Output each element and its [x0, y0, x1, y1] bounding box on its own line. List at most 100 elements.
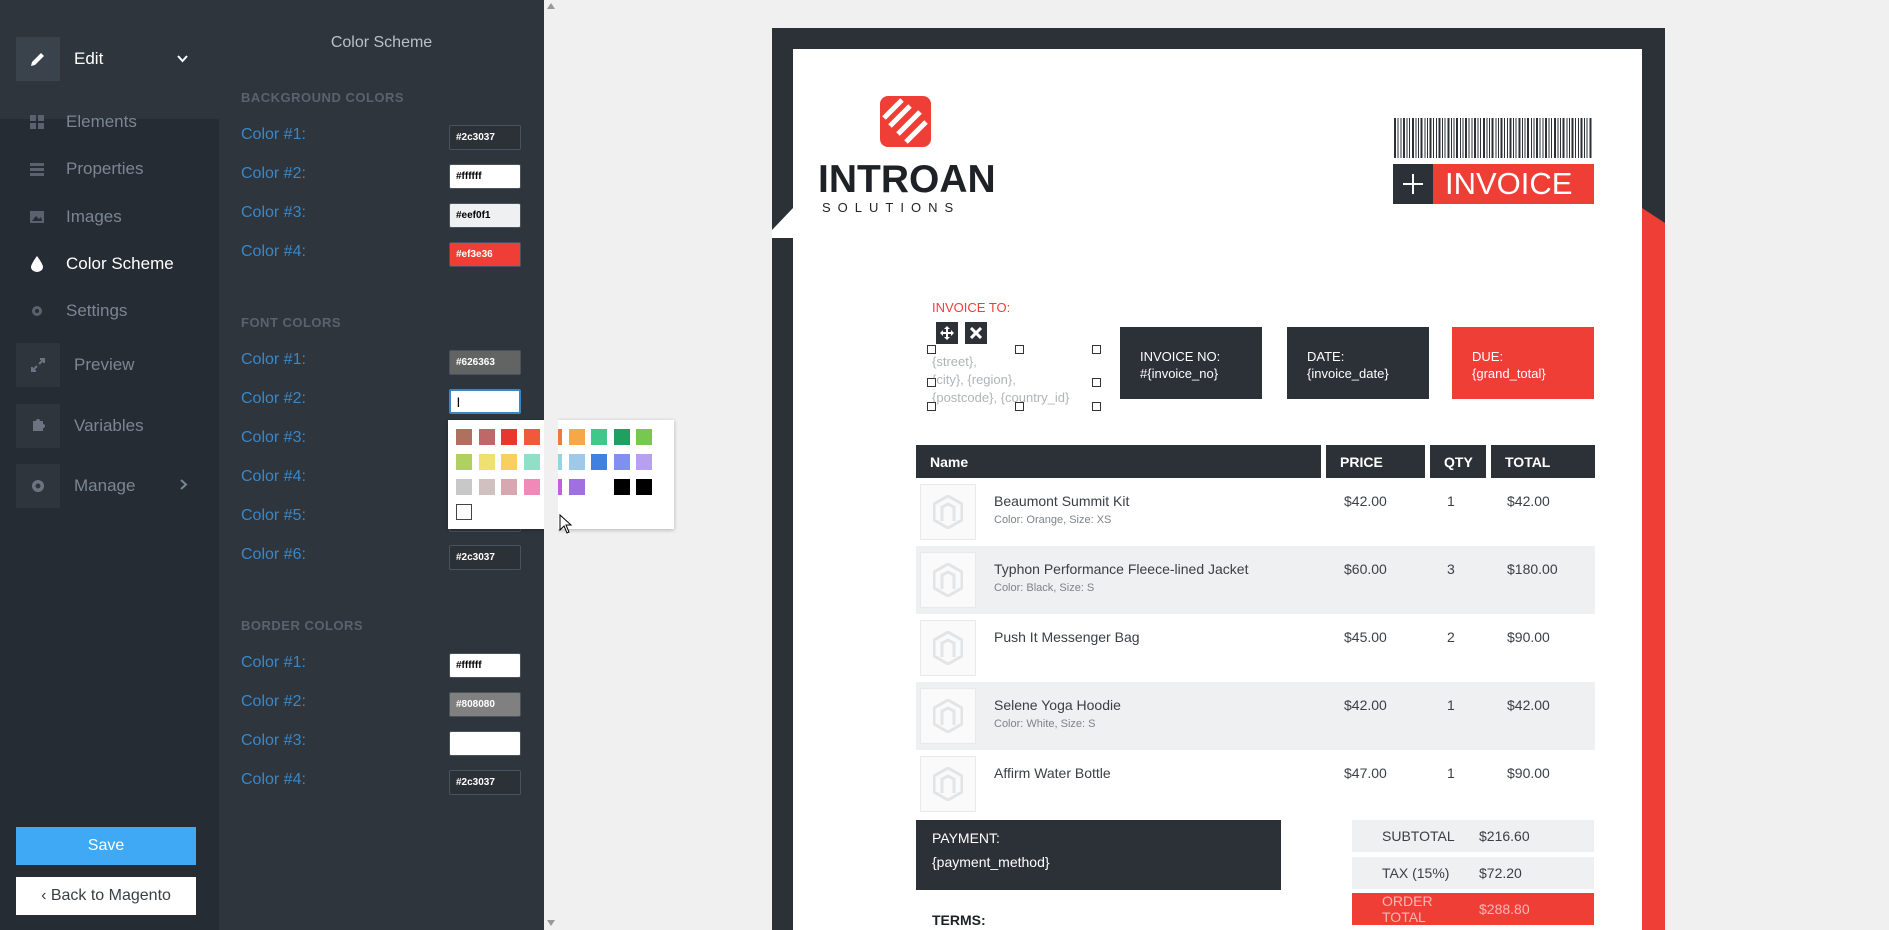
color-option[interactable]	[568, 429, 585, 445]
product-total: $90.00	[1507, 765, 1550, 781]
color-option[interactable]	[568, 479, 585, 495]
color-option[interactable]	[456, 454, 472, 470]
resize-handle[interactable]	[1092, 402, 1101, 411]
table-row[interactable]	[916, 682, 1595, 750]
color-option[interactable]	[523, 479, 540, 495]
resize-handle[interactable]	[927, 345, 936, 354]
color-picker-popup	[448, 420, 674, 529]
color-option[interactable]	[613, 479, 630, 495]
color-option[interactable]	[456, 479, 472, 495]
color-option[interactable]	[501, 479, 517, 495]
invoice-to-label[interactable]: INVOICE TO:	[932, 300, 1010, 315]
terms-label[interactable]: TERMS:	[932, 912, 986, 928]
company-subtitle[interactable]: SOLUTIONS	[822, 200, 960, 215]
color-option[interactable]	[636, 454, 652, 470]
resize-handle[interactable]	[1092, 378, 1101, 387]
company-logo-icon[interactable]	[880, 96, 931, 147]
bg-color-3-swatch[interactable]: #eef0f1	[449, 203, 521, 228]
resize-handle[interactable]	[927, 402, 936, 411]
font-color-6-swatch[interactable]: #2c3037	[449, 545, 521, 570]
sidebar-item-settings[interactable]: Settings	[16, 292, 206, 330]
sidebar-item-elements[interactable]: Elements	[16, 103, 206, 141]
color-option[interactable]	[501, 429, 517, 445]
no-color-option[interactable]	[456, 504, 472, 520]
variables-button[interactable]: Variables	[16, 404, 196, 448]
color-option[interactable]	[523, 454, 540, 470]
canvas-scrollbar[interactable]	[544, 0, 558, 930]
font-color-1-swatch[interactable]: #626363	[449, 350, 521, 375]
bg-color-4-swatch[interactable]: #ef3e36	[449, 242, 521, 267]
scroll-down-icon[interactable]	[547, 920, 555, 926]
color-option[interactable]	[636, 429, 652, 445]
subtotal-row[interactable]: SUBTOTAL $216.60	[1352, 820, 1594, 852]
table-row[interactable]	[916, 614, 1595, 682]
font-color-6-label: Color #6:	[241, 546, 306, 563]
bg-color-2-swatch[interactable]: #ffffff	[449, 164, 521, 189]
color-option[interactable]	[613, 454, 630, 470]
save-button[interactable]: Save	[16, 827, 196, 865]
border-color-3-label: Color #3:	[241, 732, 306, 749]
invoice-number-box[interactable]: INVOICE NO: #{invoice_no}	[1120, 327, 1262, 399]
barcode[interactable]	[1394, 118, 1592, 158]
color-option[interactable]	[568, 454, 585, 470]
puzzle-icon	[16, 404, 60, 448]
color-option[interactable]	[523, 429, 540, 445]
company-name[interactable]: INTROAN	[818, 158, 996, 202]
bg-color-1-swatch[interactable]: #2c3037	[449, 125, 521, 150]
invoice-badge[interactable]: INVOICE	[1393, 164, 1594, 204]
column-header-total[interactable]: TOTAL	[1491, 445, 1595, 478]
column-header-price[interactable]: PRICE	[1326, 445, 1425, 478]
sidebar-item-properties[interactable]: Properties	[16, 150, 206, 188]
resize-handle[interactable]	[1092, 345, 1101, 354]
variables-label: Variables	[74, 416, 144, 435]
border-color-4-swatch[interactable]: #2c3037	[449, 770, 521, 795]
color-option[interactable]	[636, 479, 652, 495]
invoice-date-box[interactable]: DATE: {invoice_date}	[1287, 327, 1429, 399]
sidebar-item-label: Properties	[66, 159, 144, 178]
manage-menu[interactable]: Manage	[16, 464, 196, 508]
address-postcode[interactable]: {postcode}, {country_id}	[932, 390, 1069, 405]
resize-handle[interactable]	[927, 378, 936, 387]
border-color-1-swatch[interactable]: #ffffff	[449, 653, 521, 678]
scroll-up-icon[interactable]	[547, 3, 555, 9]
column-header-qty[interactable]: QTY	[1430, 445, 1486, 478]
color-option[interactable]	[456, 429, 472, 445]
color-option[interactable]	[478, 479, 495, 495]
product-qty: 1	[1447, 765, 1455, 781]
color-option[interactable]	[478, 454, 495, 470]
address-street[interactable]: {street},	[932, 354, 977, 369]
back-to-magento-button[interactable]: ‹ Back to Magento	[16, 877, 196, 915]
product-qty: 1	[1447, 493, 1455, 509]
font-color-2-input[interactable]: |	[449, 389, 521, 414]
move-icon[interactable]	[936, 322, 958, 344]
table-row[interactable]	[916, 750, 1595, 818]
left-sidebar: Edit Elements Properties Images Color Sc…	[0, 0, 219, 930]
bg-color-2-label: Color #2:	[241, 165, 306, 182]
address-city[interactable]: {city}, {region},	[932, 372, 1016, 387]
edit-menu-toggle[interactable]: Edit	[16, 37, 196, 81]
color-option[interactable]	[501, 454, 517, 470]
sidebar-item-color-scheme[interactable]: Color Scheme	[16, 245, 206, 283]
resize-handle[interactable]	[1015, 402, 1024, 411]
product-price: $47.00	[1344, 765, 1387, 781]
preview-button[interactable]: Preview	[16, 343, 196, 387]
table-row[interactable]	[916, 478, 1595, 546]
close-icon[interactable]	[965, 322, 987, 344]
payment-box[interactable]: PAYMENT: {payment_method}	[916, 820, 1281, 890]
color-option[interactable]	[478, 429, 495, 445]
border-color-3-swatch[interactable]	[449, 731, 521, 756]
order-total-row[interactable]: ORDER TOTAL $288.80	[1352, 893, 1594, 925]
due-box[interactable]: DUE: {grand_total}	[1452, 327, 1594, 399]
column-header-name[interactable]: Name	[916, 445, 1321, 478]
sidebar-item-images[interactable]: Images	[16, 198, 206, 236]
tax-row[interactable]: TAX (15%) $72.20	[1352, 857, 1594, 889]
border-color-2-swatch[interactable]: #808080	[449, 692, 521, 717]
color-option[interactable]	[613, 429, 630, 445]
color-option[interactable]	[591, 429, 607, 445]
resize-handle[interactable]	[1015, 345, 1024, 354]
product-qty: 1	[1447, 697, 1455, 713]
table-row[interactable]	[916, 546, 1595, 614]
color-option[interactable]	[591, 454, 607, 470]
product-total: $42.00	[1507, 493, 1550, 509]
panel-title: Color Scheme	[330, 34, 433, 51]
